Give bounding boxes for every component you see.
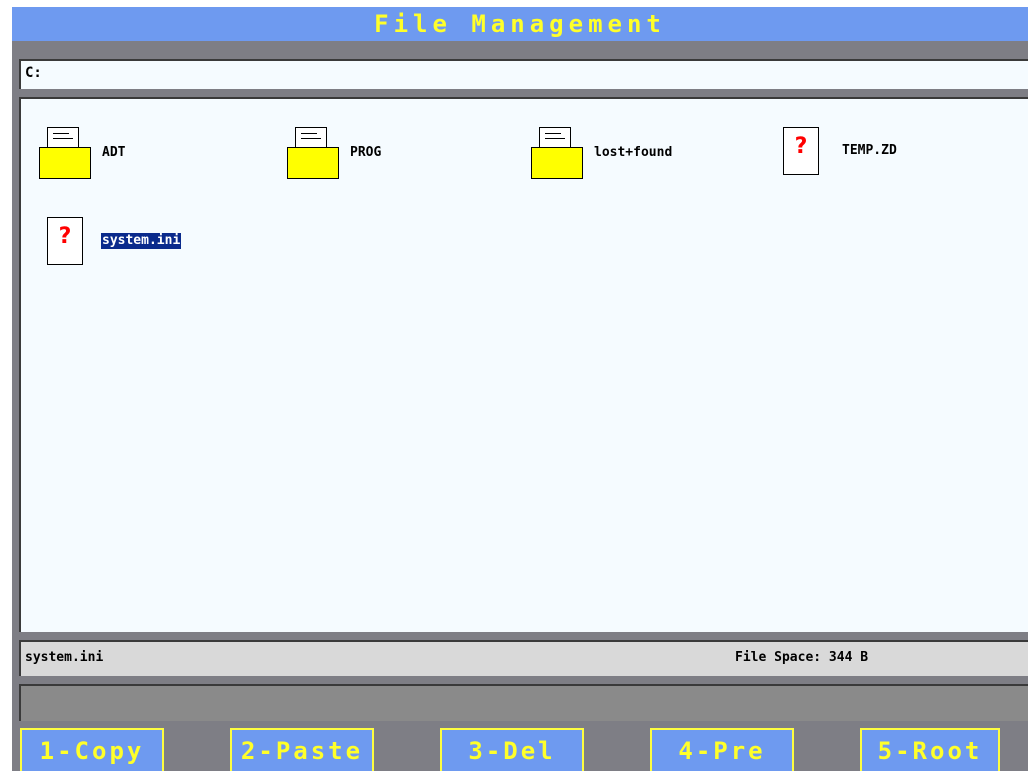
unknown-file-icon: ? (47, 217, 83, 265)
path-field[interactable]: C: (19, 59, 1028, 89)
status-bar: system.ini File Space: 344 B (19, 640, 1028, 676)
message-bar (19, 684, 1028, 721)
file-item-temp-zd[interactable]: ? TEMP.ZD (783, 127, 898, 175)
unknown-file-icon: ? (783, 127, 819, 175)
folder-icon (39, 125, 91, 181)
file-item-label-selected: system.ini (101, 233, 182, 249)
file-item-prog[interactable]: PROG (287, 125, 382, 181)
copy-button[interactable]: 1-Copy (20, 728, 164, 771)
folder-icon (531, 125, 583, 181)
window-title: File Management (374, 10, 666, 38)
file-item-lost-found[interactable]: lost+found (531, 125, 673, 181)
left-margin (0, 0, 12, 771)
title-bar: File Management (12, 7, 1028, 41)
file-item-label: PROG (350, 145, 382, 160)
file-space-readout: File Space: 344 B (735, 650, 869, 665)
file-item-system-ini[interactable]: ? system.ini (47, 217, 182, 265)
current-path: C: (25, 65, 42, 81)
paste-button[interactable]: 2-Paste (230, 728, 374, 771)
function-key-bar: 1-Copy 2-Paste 3-Del 4-Pre 5-Root (0, 728, 1028, 771)
delete-button[interactable]: 3-Del (440, 728, 584, 771)
file-item-label: TEMP.ZD (842, 143, 897, 158)
file-management-screen: File Management C: ADT PROG lost+found ?… (0, 0, 1028, 771)
folder-icon (287, 125, 339, 181)
file-list-panel: ADT PROG lost+found ? TEMP.ZD ? system.i… (19, 97, 1028, 632)
file-item-adt[interactable]: ADT (39, 125, 126, 181)
root-button[interactable]: 5-Root (860, 728, 1000, 771)
selected-file-name: system.ini (25, 650, 104, 665)
previous-button[interactable]: 4-Pre (650, 728, 794, 771)
file-item-label: ADT (102, 145, 126, 160)
file-item-label: lost+found (594, 145, 673, 160)
